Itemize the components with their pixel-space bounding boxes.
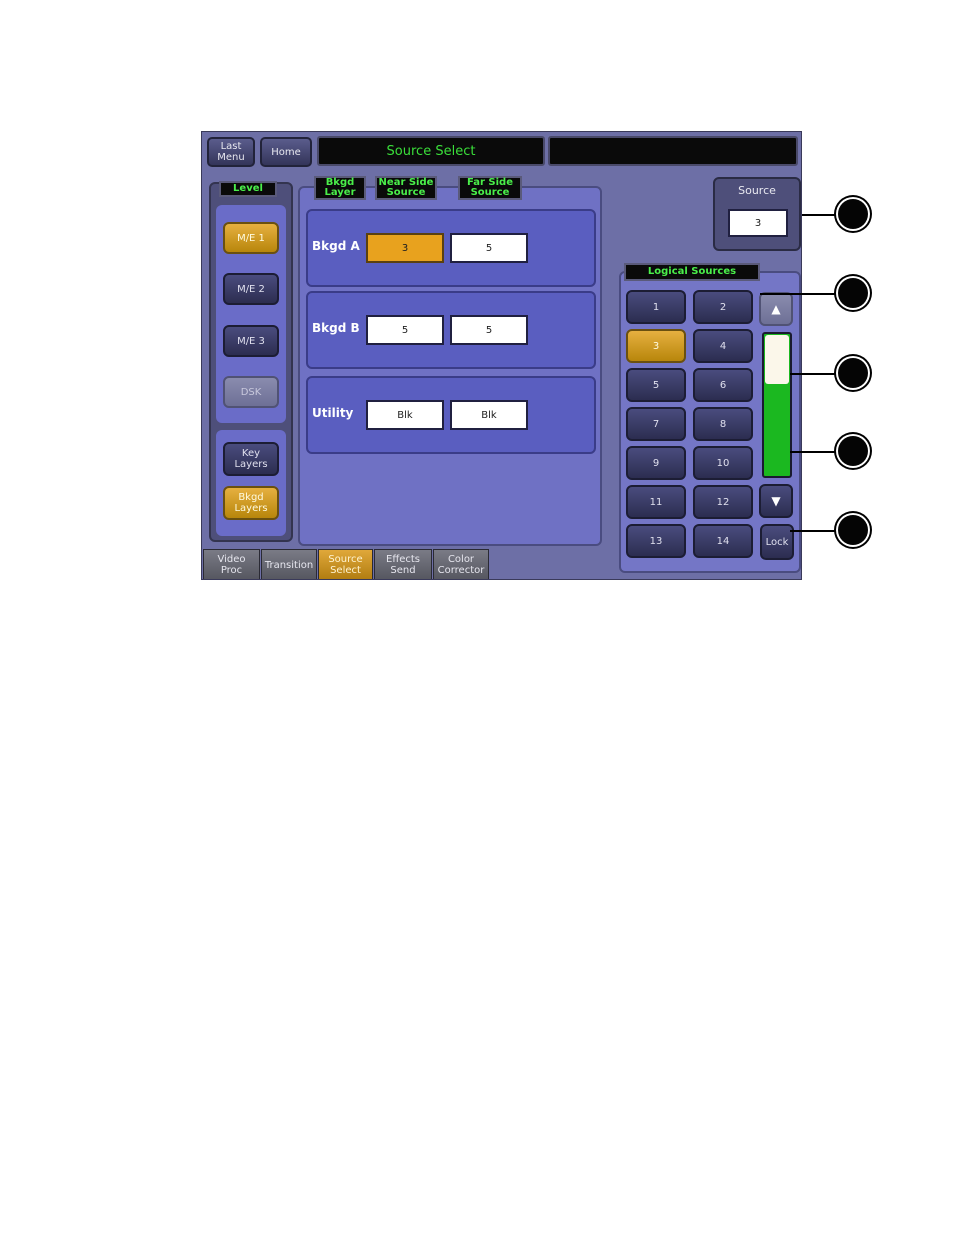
callout-line-5 [790, 530, 838, 532]
near-side-field-1[interactable]: 3 [366, 233, 444, 263]
scroll-down-button[interactable]: ▼ [759, 484, 793, 518]
arrow-up-icon: ▲ [771, 301, 781, 316]
last-menu-button[interactable]: Last Menu [207, 137, 255, 167]
logical-source-button-11[interactable]: 11 [626, 485, 686, 519]
row-label-3: Utility [312, 406, 354, 420]
tab-2[interactable]: Source Select [318, 549, 373, 579]
logical-source-button-14[interactable]: 14 [693, 524, 753, 558]
row-label-2: Bkgd B [312, 321, 360, 335]
logical-source-button-2[interactable]: 2 [693, 290, 753, 324]
logical-source-button-9[interactable]: 9 [626, 446, 686, 480]
logical-source-button-3[interactable]: 3 [626, 329, 686, 363]
level-label: Level [219, 181, 277, 197]
near-side-source-header: Near Side Source [375, 176, 437, 200]
tab-4[interactable]: Color Corrector [433, 549, 489, 579]
source-label: Source [738, 184, 776, 197]
logical-source-button-12[interactable]: 12 [693, 485, 753, 519]
logical-source-button-4[interactable]: 4 [693, 329, 753, 363]
logical-source-button-8[interactable]: 8 [693, 407, 753, 441]
far-side-field-3[interactable]: Blk [450, 400, 528, 430]
callout-marker-2 [838, 278, 868, 308]
tab-1[interactable]: Transition [261, 549, 317, 579]
logical-sources-label: Logical Sources [624, 263, 760, 281]
source-select-screen: Last Menu Home Source Select Level M/E 1… [201, 131, 802, 580]
level-button-4[interactable]: DSK [223, 376, 279, 408]
status-bar [548, 136, 798, 166]
tab-0[interactable]: Video Proc [203, 549, 260, 579]
bkgd-layers-button[interactable]: Bkgd Layers [223, 486, 279, 520]
scrollbar-thumb[interactable] [765, 335, 789, 384]
callout-line-2 [760, 293, 838, 295]
source-value-field[interactable]: 3 [728, 209, 788, 237]
logical-source-button-5[interactable]: 5 [626, 368, 686, 402]
logical-source-button-13[interactable]: 13 [626, 524, 686, 558]
near-side-field-2[interactable]: 5 [366, 315, 444, 345]
level-button-2[interactable]: M/E 2 [223, 273, 279, 305]
home-button[interactable]: Home [260, 137, 312, 167]
bkgd-layer-header: Bkgd Layer [314, 176, 366, 200]
callout-line-3 [790, 373, 838, 375]
level-button-1[interactable]: M/E 1 [223, 222, 279, 254]
tab-3[interactable]: Effects Send [374, 549, 432, 579]
level-button-3[interactable]: M/E 3 [223, 325, 279, 357]
page-title: Source Select [317, 136, 545, 166]
scroll-up-button[interactable]: ▲ [759, 292, 793, 326]
logical-source-button-1[interactable]: 1 [626, 290, 686, 324]
far-side-field-1[interactable]: 5 [450, 233, 528, 263]
callout-line-4 [790, 451, 838, 453]
far-side-field-2[interactable]: 5 [450, 315, 528, 345]
arrow-down-icon: ▼ [771, 493, 781, 508]
key-layers-button[interactable]: Key Layers [223, 442, 279, 476]
callout-marker-4 [838, 436, 868, 466]
logical-source-button-7[interactable]: 7 [626, 407, 686, 441]
callout-marker-3 [838, 358, 868, 388]
callout-line-1 [802, 214, 838, 216]
logical-source-button-6[interactable]: 6 [693, 368, 753, 402]
lock-button[interactable]: Lock [760, 524, 794, 560]
row-label-1: Bkgd A [312, 239, 360, 253]
far-side-source-header: Far Side Source [458, 176, 522, 200]
logical-source-button-10[interactable]: 10 [693, 446, 753, 480]
callout-marker-5 [838, 515, 868, 545]
near-side-field-3[interactable]: Blk [366, 400, 444, 430]
callout-marker-1 [838, 199, 868, 229]
